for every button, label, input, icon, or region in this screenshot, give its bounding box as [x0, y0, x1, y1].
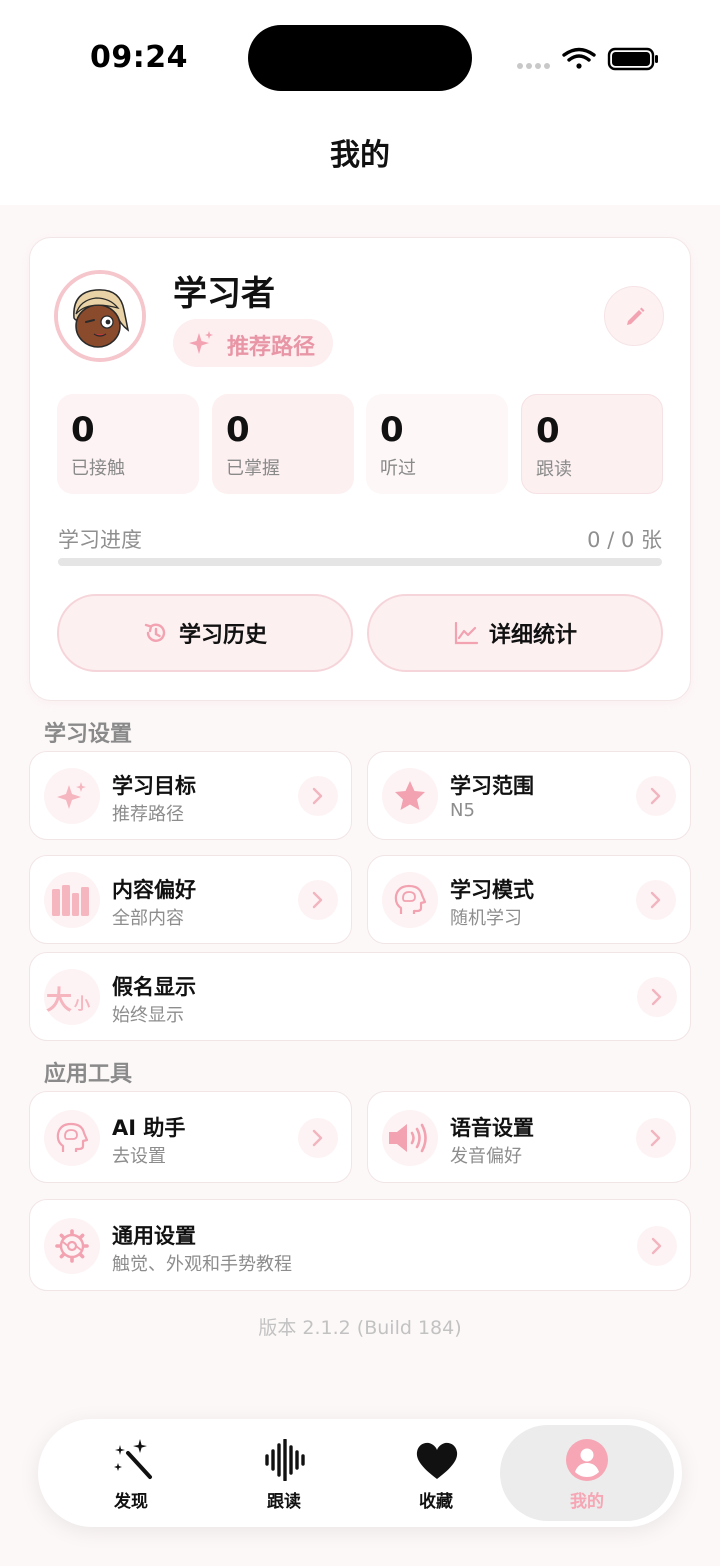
setting-title: 假名显示	[112, 975, 196, 999]
detailed-stats-button[interactable]: 详细统计	[367, 594, 663, 672]
stat-listened: 0 听过	[366, 394, 508, 494]
setting-title: 学习模式	[450, 878, 534, 902]
setting-title: 学习范围	[450, 774, 534, 798]
progress-bar	[58, 558, 662, 566]
setting-learning-goal[interactable]: 学习目标 推荐路径	[29, 751, 352, 840]
tab-label: 我的	[570, 1492, 604, 1512]
waveform-icon	[265, 1439, 305, 1481]
dynamic-island	[248, 25, 472, 91]
detailed-stats-button-label: 详细统计	[488, 623, 577, 648]
setting-content-preference[interactable]: 内容偏好 全部内容	[29, 855, 352, 944]
tool-title: 语音设置	[450, 1116, 534, 1140]
tool-subtitle: 发音偏好	[450, 1146, 522, 1167]
brain-head-icon	[382, 872, 438, 928]
stat-touched: 0 已接触	[57, 394, 199, 494]
stat-label: 听过	[380, 458, 416, 479]
setting-subtitle: 始终显示	[112, 1005, 184, 1026]
stat-label: 跟读	[536, 459, 572, 480]
section-title-learning-settings: 学习设置	[44, 722, 133, 747]
wifi-icon	[562, 47, 596, 69]
version-label: 版本 2.1.2 (Build 184)	[258, 1317, 462, 1339]
size-text-big-glyph: 大	[46, 986, 73, 1016]
stat-value: 0	[71, 410, 95, 450]
history-button[interactable]: 学习历史	[57, 594, 353, 672]
stat-value: 0	[380, 410, 404, 450]
edit-profile-button[interactable]	[604, 286, 664, 346]
chevron-right-icon	[298, 1118, 338, 1158]
tab-label: 收藏	[419, 1492, 453, 1512]
stat-shadowed: 0 跟读	[521, 394, 663, 494]
chart-icon	[454, 621, 479, 645]
person-icon	[566, 1439, 608, 1481]
tab-me[interactable]: 我的	[500, 1425, 674, 1521]
setting-title: 内容偏好	[112, 878, 196, 902]
path-badge-label: 推荐路径	[227, 335, 316, 360]
tab-label: 发现	[114, 1492, 148, 1512]
tool-general-settings[interactable]: 通用设置 触觉、外观和手势教程	[29, 1199, 691, 1291]
tool-voice-settings[interactable]: 语音设置 发音偏好	[367, 1091, 691, 1183]
chevron-right-icon	[298, 776, 338, 816]
stat-label: 已掌握	[226, 458, 280, 479]
chevron-right-icon	[636, 880, 676, 920]
cellular-icon	[517, 63, 550, 69]
status-time: 09:24	[90, 40, 188, 75]
tab-favorites[interactable]: 收藏	[361, 1419, 511, 1527]
avatar-image	[58, 274, 142, 358]
size-text-small-glyph: 小	[74, 994, 91, 1013]
section-title-app-tools: 应用工具	[44, 1062, 133, 1087]
stat-value: 0	[226, 410, 250, 450]
chevron-right-icon	[637, 977, 677, 1017]
tool-subtitle: 去设置	[112, 1146, 166, 1167]
tool-title: 通用设置	[112, 1224, 196, 1248]
setting-kana-display[interactable]: 大 小 假名显示 始终显示	[29, 952, 691, 1041]
setting-subtitle: N5	[450, 800, 475, 821]
history-icon	[144, 623, 166, 642]
tool-ai-assistant[interactable]: AI 助手 去设置	[29, 1091, 352, 1183]
tab-bar: 发现 跟读 收藏 我的	[38, 1419, 682, 1527]
star-icon	[382, 768, 438, 824]
page-title: 我的	[330, 138, 390, 173]
avatar[interactable]	[54, 270, 146, 362]
chevron-right-icon	[298, 880, 338, 920]
history-button-label: 学习历史	[178, 623, 267, 648]
username: 学习者	[173, 274, 275, 314]
progress-count: 0 / 0 张	[587, 528, 662, 552]
path-badge[interactable]: 推荐路径	[173, 319, 333, 367]
setting-title: 学习目标	[112, 774, 196, 798]
progress-label: 学习进度	[58, 528, 142, 552]
stat-value: 0	[536, 411, 560, 451]
tab-discover[interactable]: 发现	[56, 1419, 206, 1527]
setting-subtitle: 推荐路径	[112, 804, 184, 825]
setting-learning-mode[interactable]: 学习模式 随机学习	[367, 855, 691, 944]
magic-wand-icon	[114, 1439, 152, 1479]
chevron-right-icon	[637, 1226, 677, 1266]
setting-learning-scope[interactable]: 学习范围 N5	[367, 751, 691, 840]
size-text-icon: 大 小	[44, 969, 100, 1025]
status-icons	[516, 42, 666, 74]
tool-subtitle: 触觉、外观和手势教程	[112, 1254, 292, 1275]
pencil-icon	[627, 307, 645, 325]
chevron-right-icon	[636, 776, 676, 816]
gear-icon	[44, 1218, 100, 1274]
tool-title: AI 助手	[112, 1116, 186, 1140]
speaker-icon	[382, 1110, 438, 1166]
brain-head-icon	[44, 1110, 100, 1166]
heart-icon	[416, 1442, 458, 1479]
sparkle-icon	[44, 768, 100, 824]
stat-label: 已接触	[71, 458, 125, 479]
tab-label: 跟读	[267, 1492, 301, 1512]
books-icon	[44, 872, 100, 928]
tab-shadowing[interactable]: 跟读	[209, 1419, 359, 1527]
sparkle-icon	[189, 331, 213, 354]
setting-subtitle: 随机学习	[450, 908, 522, 929]
setting-subtitle: 全部内容	[112, 908, 184, 929]
stat-mastered: 0 已掌握	[212, 394, 354, 494]
battery-icon	[607, 47, 658, 71]
chevron-right-icon	[636, 1118, 676, 1158]
